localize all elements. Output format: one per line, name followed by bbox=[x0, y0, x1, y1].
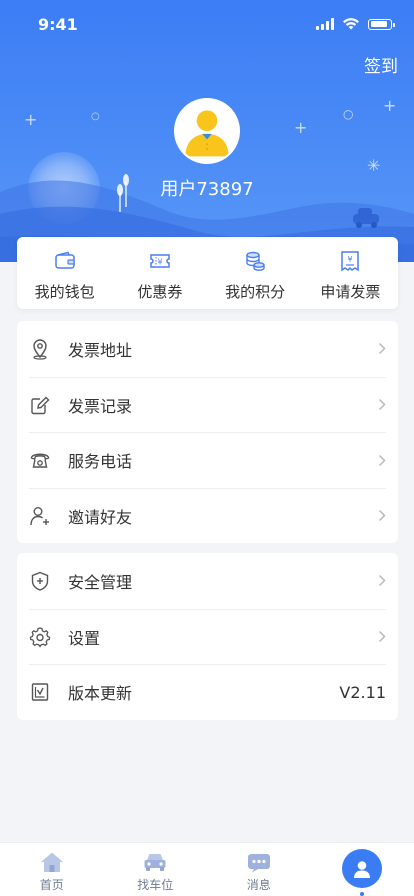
status-time: 9:41 bbox=[38, 15, 78, 34]
message-icon bbox=[247, 854, 270, 873]
menu-item-label: 服务电话 bbox=[68, 452, 133, 472]
add-user-icon bbox=[30, 506, 49, 525]
tab-home[interactable]: 首页 bbox=[0, 843, 104, 896]
shield-icon bbox=[31, 571, 49, 591]
chevron-right-icon bbox=[379, 454, 386, 466]
chevron-right-icon bbox=[379, 399, 386, 411]
quick-action-points[interactable]: 我的积分 bbox=[208, 237, 303, 309]
quick-actions-card: 我的钱包 ¥ 优惠券 我的积分 ¥ 申请发票 bbox=[17, 237, 398, 309]
svg-text:¥: ¥ bbox=[348, 255, 353, 264]
bottom-tab-bar: 首页 找车位 消息 bbox=[0, 842, 414, 896]
checkin-button[interactable]: 签到 bbox=[364, 52, 398, 77]
menu-item-security[interactable]: 安全管理 bbox=[29, 553, 386, 609]
user-icon bbox=[354, 860, 371, 878]
username: 用户73897 bbox=[160, 179, 254, 200]
sparkle-icon: + bbox=[383, 96, 397, 115]
menu-item-invoice-address[interactable]: 发票地址 bbox=[29, 321, 386, 377]
tab-label: 首页 bbox=[39, 878, 64, 892]
quick-action-label: 我的积分 bbox=[225, 283, 286, 301]
tab-profile-active bbox=[342, 849, 383, 889]
wallet-icon bbox=[54, 251, 75, 269]
tab-label: 消息 bbox=[246, 878, 271, 892]
active-indicator-dot bbox=[360, 892, 365, 896]
avatar-person-icon bbox=[176, 100, 238, 162]
chevron-right-icon bbox=[379, 575, 386, 587]
status-icons bbox=[316, 18, 395, 30]
chevron-right-icon bbox=[379, 631, 386, 643]
home-icon bbox=[40, 852, 63, 872]
svg-text:¥: ¥ bbox=[157, 258, 162, 267]
version-value: V2.11 bbox=[339, 682, 386, 702]
menu-item-label: 设置 bbox=[68, 628, 101, 648]
menu-item-settings[interactable]: 设置 bbox=[29, 608, 386, 665]
tab-messages[interactable]: 消息 bbox=[207, 843, 311, 896]
menu-item-label: 邀请好友 bbox=[68, 507, 133, 527]
menu-item-label: 发票地址 bbox=[68, 340, 133, 360]
location-pin-icon bbox=[33, 339, 47, 360]
avatar[interactable] bbox=[174, 98, 240, 164]
menu-item-label: 发票记录 bbox=[68, 396, 133, 416]
quick-action-wallet[interactable]: 我的钱包 bbox=[17, 237, 112, 309]
menu-item-version-update[interactable]: 版本更新 V2.11 bbox=[29, 664, 386, 720]
quick-action-coupon[interactable]: ¥ 优惠券 bbox=[112, 237, 207, 309]
quick-action-label: 我的钱包 bbox=[34, 283, 95, 301]
tab-find-parking[interactable]: 找车位 bbox=[104, 843, 208, 896]
profile-header: 9:41 签到 + + + ✳ ○ ○ 用户73897 bbox=[0, 0, 414, 262]
gear-icon bbox=[29, 627, 51, 647]
signal-icon bbox=[316, 18, 334, 30]
sparkle-icon: + bbox=[294, 118, 308, 137]
phone-icon bbox=[30, 453, 50, 468]
invoice-icon: ¥ bbox=[341, 251, 360, 272]
points-icon bbox=[246, 251, 265, 271]
menu-card-secondary: 安全管理 设置 版本更新 V2.11 bbox=[17, 553, 398, 720]
quick-action-label: 优惠券 bbox=[137, 283, 183, 301]
tab-profile[interactable] bbox=[311, 843, 414, 896]
menu-item-label: 安全管理 bbox=[68, 572, 133, 592]
chevron-right-icon bbox=[379, 343, 386, 355]
menu-item-label: 版本更新 bbox=[68, 684, 133, 704]
menu-item-invite-friends[interactable]: 邀请好友 bbox=[29, 487, 386, 544]
wifi-icon bbox=[343, 18, 359, 30]
coupon-icon: ¥ bbox=[150, 254, 170, 268]
update-icon bbox=[31, 683, 49, 701]
status-bar: 9:41 bbox=[0, 0, 414, 50]
car-icon bbox=[144, 854, 166, 871]
circle-deco-icon: ○ bbox=[91, 111, 100, 122]
menu-item-invoice-records[interactable]: 发票记录 bbox=[29, 376, 386, 433]
quick-action-invoice[interactable]: ¥ 申请发票 bbox=[303, 237, 398, 309]
menu-item-service-phone[interactable]: 服务电话 bbox=[29, 432, 386, 488]
battery-icon bbox=[368, 18, 395, 30]
edit-icon bbox=[31, 396, 50, 414]
circle-deco-icon: ○ bbox=[343, 107, 354, 121]
sparkle-icon: + bbox=[24, 110, 38, 129]
quick-action-label: 申请发票 bbox=[320, 283, 381, 301]
tab-label: 找车位 bbox=[137, 878, 174, 892]
chevron-right-icon bbox=[379, 510, 386, 522]
menu-card-primary: 发票地址 发票记录 服务电话 邀请好友 bbox=[17, 321, 398, 543]
